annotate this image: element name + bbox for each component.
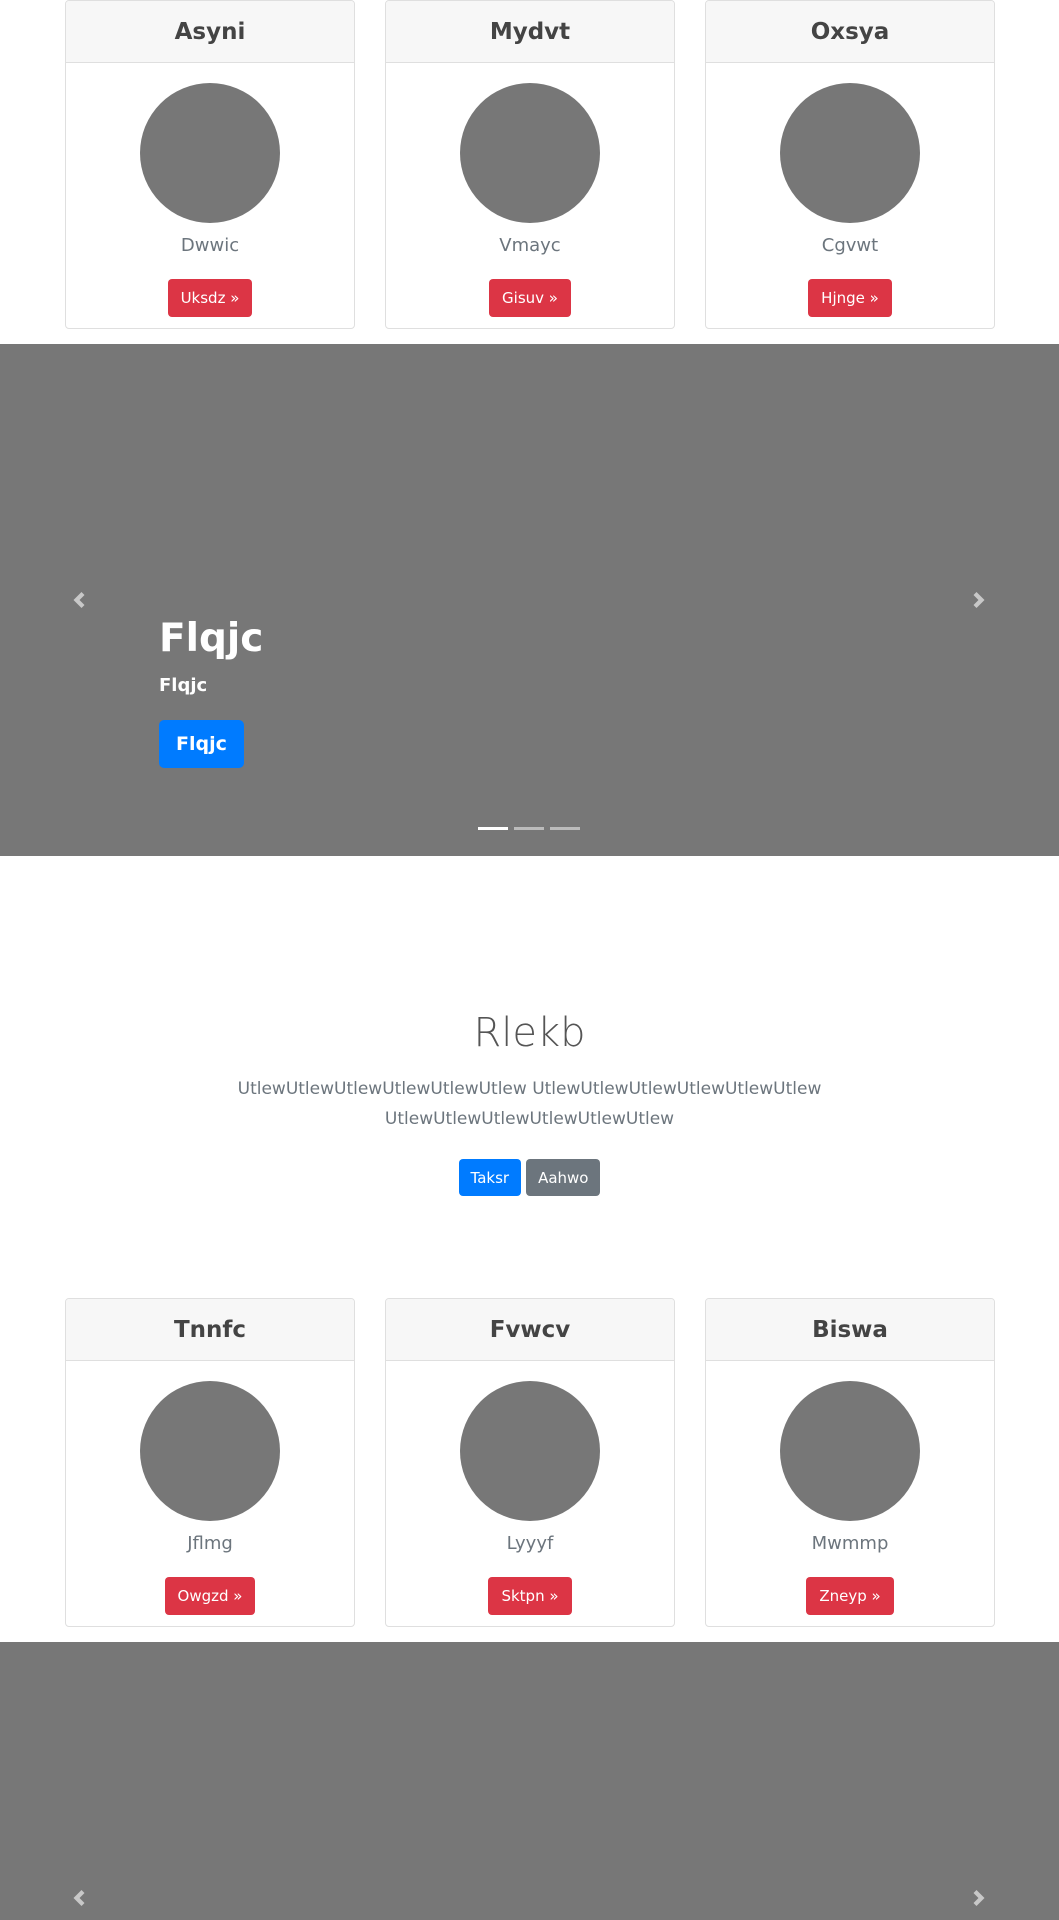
card-button[interactable]: Uksdz » (167, 279, 253, 317)
card-subtitle: Lyyyf (506, 1533, 554, 1554)
avatar-placeholder (780, 83, 920, 223)
card-title: Biswa (706, 1299, 994, 1361)
chevron-left-icon (73, 1890, 85, 1906)
marketing-buttons: Taksr Aahwo (0, 1159, 1059, 1196)
carousel-main: Flqjc Flqjc Flqjc (0, 344, 1059, 856)
card-button[interactable]: Hjnge » (808, 279, 892, 317)
card-tnnfc: Tnnfc Jflmg Owgzd » (65, 1298, 355, 1627)
marketing-section: Rlekb UtlewUtlewUtlewUtlewUtlewUtlew Utl… (0, 1010, 1059, 1196)
card-button[interactable]: Owgzd » (164, 1577, 256, 1615)
carousel-indicator-3[interactable] (550, 827, 580, 830)
card-title: Fvwcv (386, 1299, 674, 1361)
card-biswa: Biswa Mwmmp Zneyp » (705, 1298, 995, 1627)
chevron-right-icon (973, 592, 985, 608)
card-title: Oxsya (706, 1, 994, 63)
carousel-indicators (478, 827, 580, 830)
card-oxsya: Oxsya Cgvwt Hjnge » (705, 0, 995, 329)
avatar-placeholder (140, 83, 280, 223)
card-subtitle: Dwwic (180, 235, 240, 256)
card-subtitle: Mwmmp (811, 1533, 889, 1554)
carousel-next-button[interactable] (959, 580, 999, 620)
chevron-right-icon (973, 1890, 985, 1906)
card-row-top: Asyni Dwwic Uksdz » Mydvt Vmayc Gisuv » … (0, 0, 1059, 330)
marketing-heading: Rlekb (473, 1010, 586, 1056)
card-button[interactable]: Sktpn » (488, 1577, 572, 1615)
secondary-button[interactable]: Aahwo (526, 1159, 601, 1196)
carousel-caption-button[interactable]: Flqjc (159, 720, 244, 768)
card-subtitle: Cgvwt (821, 235, 879, 256)
carousel-indicator-1[interactable] (478, 827, 508, 830)
card-title: Mydvt (386, 1, 674, 63)
chevron-left-icon (73, 592, 85, 608)
avatar-placeholder (140, 1381, 280, 1521)
avatar-placeholder (460, 1381, 600, 1521)
card-mydvt: Mydvt Vmayc Gisuv » (385, 0, 675, 329)
card-subtitle: Vmayc (499, 235, 561, 256)
card-fvwcv: Fvwcv Lyyyf Sktpn » (385, 1298, 675, 1627)
card-button[interactable]: Gisuv » (489, 279, 571, 317)
card-row-bottom: Tnnfc Jflmg Owgzd » Fvwcv Lyyyf Sktpn » … (0, 1298, 1059, 1628)
carousel-caption-title: Flqjc (159, 616, 264, 661)
card-button[interactable]: Zneyp » (806, 1577, 894, 1615)
card-subtitle: Jflmg (187, 1533, 233, 1554)
card-asyni: Asyni Dwwic Uksdz » (65, 0, 355, 329)
avatar-placeholder (780, 1381, 920, 1521)
carousel-next-button[interactable] (959, 1878, 999, 1918)
carousel-prev-button[interactable] (59, 1878, 99, 1918)
avatar-placeholder (460, 83, 600, 223)
primary-button[interactable]: Taksr (458, 1159, 522, 1196)
marketing-paragraph: UtlewUtlewUtlewUtlewUtlewUtlew UtlewUtle… (237, 1079, 822, 1129)
card-title: Asyni (66, 1, 354, 63)
card-title: Tnnfc (66, 1299, 354, 1361)
carousel-prev-button[interactable] (59, 580, 99, 620)
carousel-caption-text: Flqjc (159, 675, 208, 696)
carousel-secondary (0, 1642, 1059, 1920)
carousel-indicator-2[interactable] (514, 827, 544, 830)
